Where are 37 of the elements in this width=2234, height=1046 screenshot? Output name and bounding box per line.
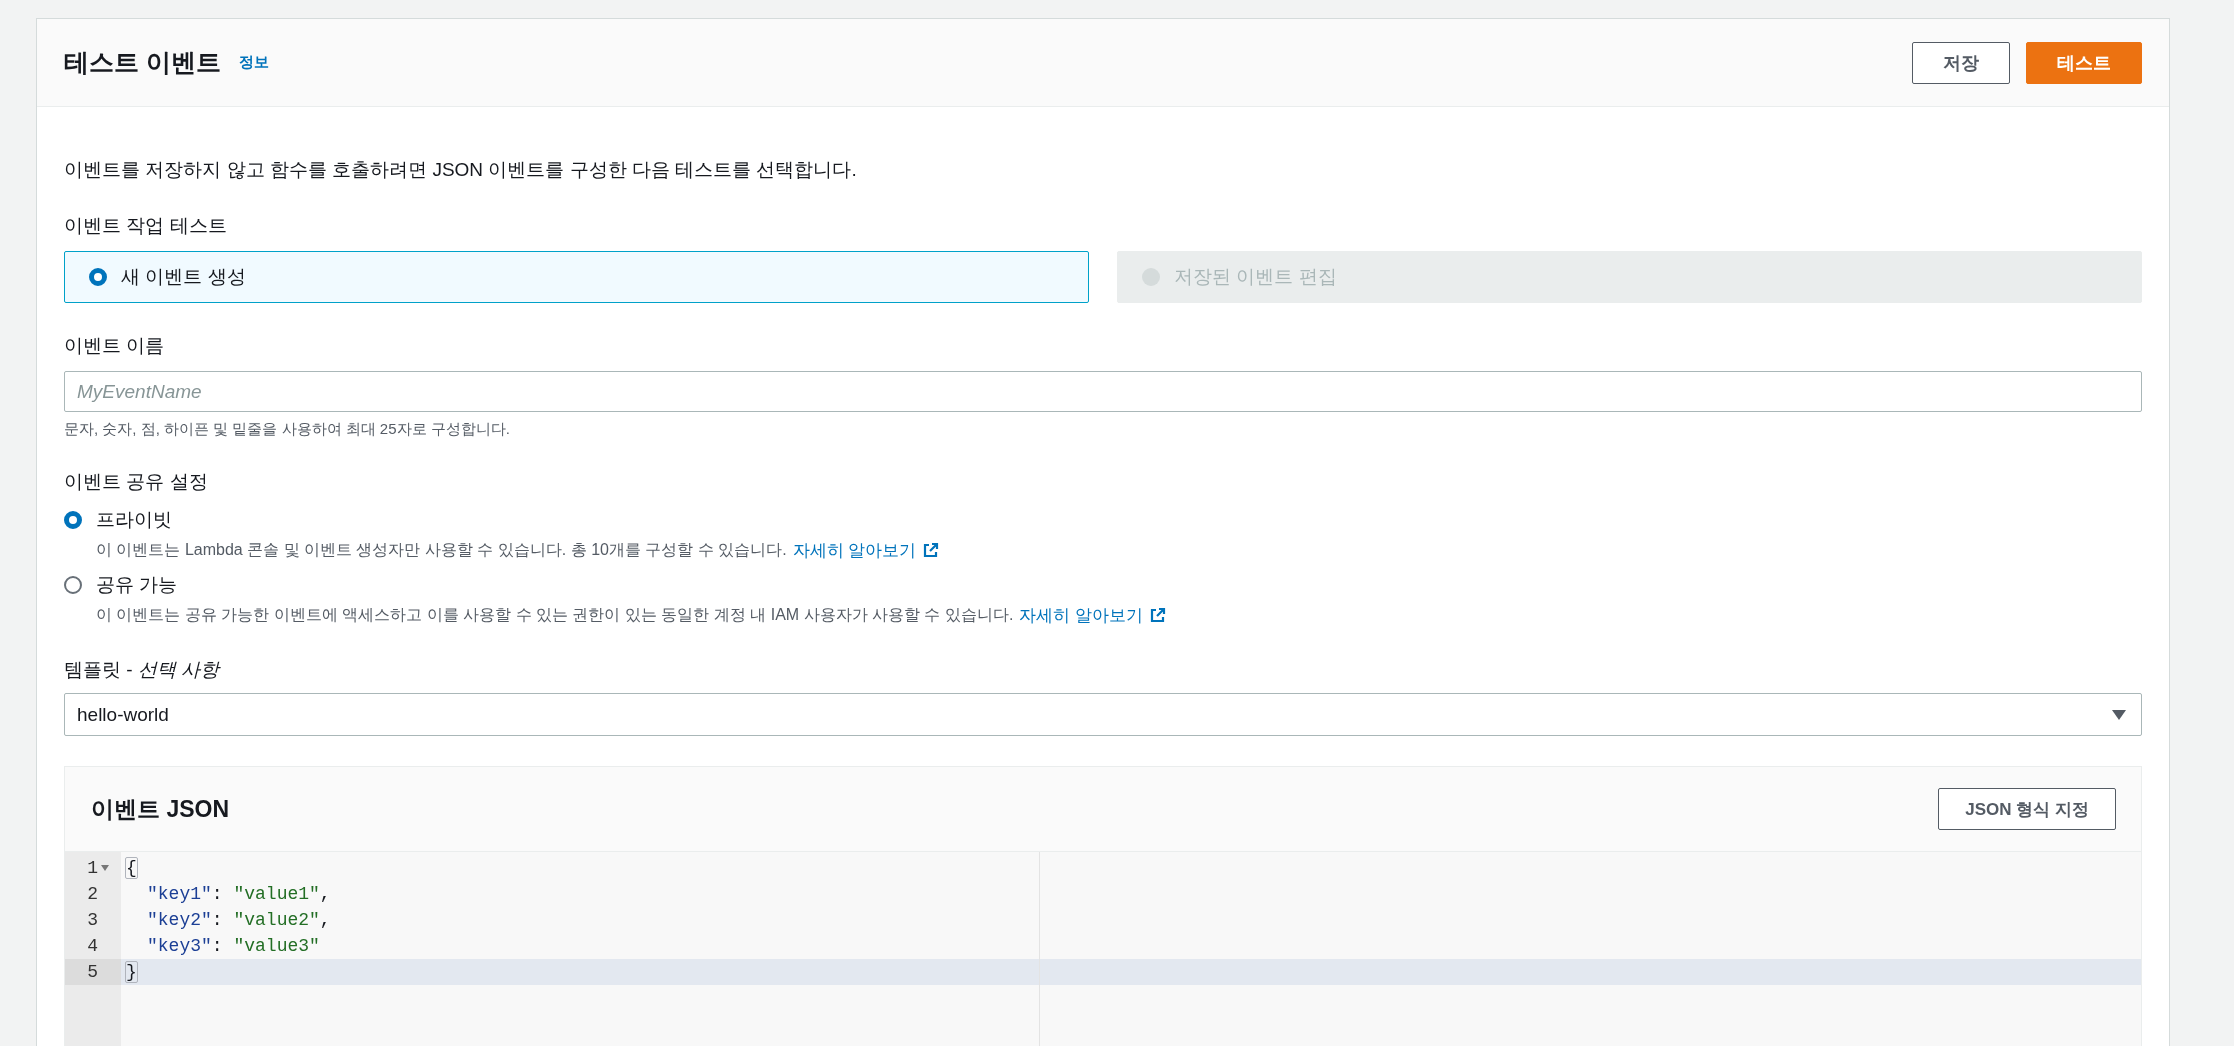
- option-label: 공유 가능: [96, 573, 178, 597]
- option-description: 이 이벤트는 Lambda 콘솔 및 이벤트 생성자만 사용할 수 있습니다. 총 10개를 구성할 수 있습니다.: [96, 540, 787, 560]
- learn-more-link[interactable]: 자세히 알아보기: [792, 539, 917, 562]
- caret-icon: [2111, 708, 2127, 721]
- line-number: 3: [87, 910, 98, 930]
- select-value: hello-world: [77, 703, 169, 726]
- code-line: "key2": "value2",: [147, 910, 331, 930]
- panel-title: 테스트 이벤트: [64, 47, 221, 78]
- line-number: 2: [87, 884, 98, 904]
- option-label: 프라이빗: [96, 508, 172, 532]
- external-link-icon: [922, 542, 940, 559]
- event-name-field[interactable]: MyEventName: [64, 371, 2142, 412]
- option-tile[interactable]: 새 이벤트 생성: [64, 251, 1089, 303]
- format-json-button[interactable]: JSON 형식 지정: [1938, 788, 2116, 830]
- hint-text: 문자, 숫자, 점, 하이픈 및 밑줄을 사용하여 최대 25자로 구성합니다.: [64, 420, 511, 439]
- line-number: 4: [87, 936, 98, 956]
- radio-button[interactable]: [64, 576, 82, 594]
- radio-button[interactable]: [89, 268, 107, 286]
- info-link[interactable]: 정보: [238, 53, 269, 72]
- field-label: 이벤트 공유 설정: [64, 470, 209, 494]
- field-label: 템플릿 - 선택 사항: [64, 658, 222, 682]
- description-text: 이벤트를 저장하지 않고 함수를 호출하려면 JSON 이벤트를 구성한 다음 테스트를 선택합니다.: [64, 158, 858, 182]
- code-line: "key1": "value1",: [147, 884, 331, 904]
- line-number: 1: [87, 858, 98, 878]
- editor-title: 이벤트 JSON: [91, 794, 230, 824]
- radio-button[interactable]: [64, 511, 82, 529]
- field-label: 이벤트 이름: [64, 334, 166, 358]
- code-line: "key3": "value3": [147, 936, 320, 956]
- code-editor[interactable]: 1 2 3 4 5 { "key1": "value1", "key2": "value2", "key3": "value3" }: [65, 852, 2141, 1046]
- learn-more-link[interactable]: 자세히 알아보기: [1019, 604, 1144, 627]
- fold-caret-icon[interactable]: [101, 865, 109, 871]
- template-select[interactable]: hello-world: [64, 693, 2142, 736]
- option-description: 이 이벤트는 공유 가능한 이벤트에 액세스하고 이를 사용할 수 있는 권한이 있는 동일한 계정 내 IAM 사용자가 사용할 수 있습니다.: [96, 605, 1014, 625]
- field-label: 이벤트 작업 테스트: [64, 214, 228, 238]
- external-link-icon: [1149, 607, 1167, 624]
- save-button[interactable]: 저장: [1912, 41, 2010, 84]
- line-number: 5: [87, 962, 98, 982]
